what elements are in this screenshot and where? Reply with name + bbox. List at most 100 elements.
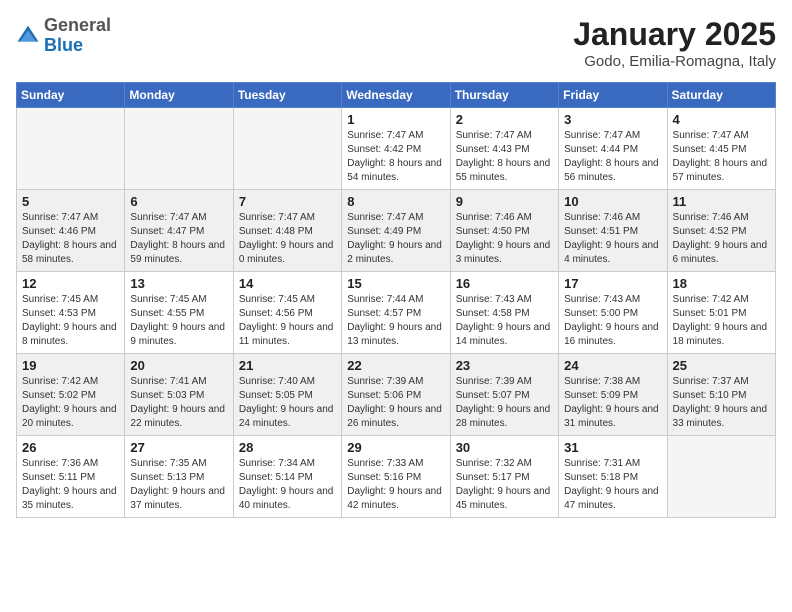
calendar-cell: 20Sunrise: 7:41 AM Sunset: 5:03 PM Dayli… [125,354,233,436]
calendar-body: 1 Sunrise: 7:47 AM Sunset: 4:42 PM Daylig… [17,108,776,518]
calendar-table: SundayMondayTuesdayWednesdayThursdayFrid… [16,82,776,518]
calendar-cell: 1 Sunrise: 7:47 AM Sunset: 4:42 PM Daylig… [342,108,450,190]
cell-info: Sunrise: 7:47 AM Sunset: 4:44 PM Dayligh… [564,130,659,183]
day-number: 10 [564,194,661,209]
calendar-cell: 25 Sunrise: 7:37 AM Sunset: 5:10 PM Dayli… [667,354,775,436]
day-number: 16 [456,276,553,291]
day-number: 12 [22,276,119,291]
cell-info: Sunrise: 7:45 AM Sunset: 4:55 PM Dayligh… [130,294,225,347]
calendar-cell: 19 Sunrise: 7:42 AM Sunset: 5:02 PM Dayli… [17,354,125,436]
calendar-cell: 21 Sunrise: 7:40 AM Sunset: 5:05 PM Dayli… [233,354,341,436]
header-day-monday: Monday [125,83,233,108]
cell-info: Sunrise: 7:36 AM Sunset: 5:11 PM Dayligh… [22,458,117,511]
week-row-0: 1 Sunrise: 7:47 AM Sunset: 4:42 PM Daylig… [17,108,776,190]
header-day-tuesday: Tuesday [233,83,341,108]
cell-info: Sunrise: 7:40 AM Sunset: 5:05 PM Dayligh… [239,376,334,429]
day-number: 19 [22,358,119,373]
cell-info: Sunrise: 7:44 AM Sunset: 4:57 PM Dayligh… [347,294,442,347]
cell-info: Sunrise: 7:47 AM Sunset: 4:46 PM Dayligh… [22,212,117,265]
day-number: 8 [347,194,444,209]
calendar-cell: 24 Sunrise: 7:38 AM Sunset: 5:09 PM Dayli… [559,354,667,436]
calendar-cell: 23 Sunrise: 7:39 AM Sunset: 5:07 PM Dayli… [450,354,558,436]
day-number: 25 [673,358,770,373]
cell-info: Sunrise: 7:32 AM Sunset: 5:17 PM Dayligh… [456,458,551,511]
calendar-cell: 9 Sunrise: 7:46 AM Sunset: 4:50 PM Daylig… [450,190,558,272]
day-number: 17 [564,276,661,291]
title-block: January 2025 Godo, Emilia-Romagna, Italy [573,16,776,70]
calendar-cell: 6Sunrise: 7:47 AM Sunset: 4:47 PM Daylig… [125,190,233,272]
cell-info: Sunrise: 7:47 AM Sunset: 4:42 PM Dayligh… [347,130,442,183]
calendar-cell: 31Sunrise: 7:31 AM Sunset: 5:18 PM Dayli… [559,436,667,518]
calendar-cell: 3Sunrise: 7:47 AM Sunset: 4:44 PM Daylig… [559,108,667,190]
day-number: 1 [347,112,444,127]
logo-icon [16,24,40,48]
cell-info: Sunrise: 7:38 AM Sunset: 5:09 PM Dayligh… [564,376,659,429]
header-day-thursday: Thursday [450,83,558,108]
day-number: 15 [347,276,444,291]
cell-info: Sunrise: 7:46 AM Sunset: 4:51 PM Dayligh… [564,212,659,265]
day-number: 11 [673,194,770,209]
header-day-friday: Friday [559,83,667,108]
week-row-2: 12Sunrise: 7:45 AM Sunset: 4:53 PM Dayli… [17,272,776,354]
calendar-cell: 14Sunrise: 7:45 AM Sunset: 4:56 PM Dayli… [233,272,341,354]
day-number: 7 [239,194,336,209]
logo-blue: Blue [44,35,83,55]
cell-info: Sunrise: 7:33 AM Sunset: 5:16 PM Dayligh… [347,458,442,511]
cell-info: Sunrise: 7:47 AM Sunset: 4:48 PM Dayligh… [239,212,334,265]
logo-text: General Blue [44,16,111,56]
calendar-cell: 5 Sunrise: 7:47 AM Sunset: 4:46 PM Daylig… [17,190,125,272]
calendar-cell: 26 Sunrise: 7:36 AM Sunset: 5:11 PM Dayli… [17,436,125,518]
cell-info: Sunrise: 7:42 AM Sunset: 5:02 PM Dayligh… [22,376,117,429]
day-number: 23 [456,358,553,373]
cell-info: Sunrise: 7:47 AM Sunset: 4:45 PM Dayligh… [673,130,768,183]
calendar-cell: 28Sunrise: 7:34 AM Sunset: 5:14 PM Dayli… [233,436,341,518]
day-number: 14 [239,276,336,291]
calendar-cell: 30 Sunrise: 7:32 AM Sunset: 5:17 PM Dayli… [450,436,558,518]
calendar-cell: 29Sunrise: 7:33 AM Sunset: 5:16 PM Dayli… [342,436,450,518]
cell-info: Sunrise: 7:47 AM Sunset: 4:43 PM Dayligh… [456,130,551,183]
cell-info: Sunrise: 7:43 AM Sunset: 5:00 PM Dayligh… [564,294,659,347]
week-row-4: 26 Sunrise: 7:36 AM Sunset: 5:11 PM Dayli… [17,436,776,518]
calendar-cell [667,436,775,518]
day-number: 18 [673,276,770,291]
calendar-cell: 15 Sunrise: 7:44 AM Sunset: 4:57 PM Dayli… [342,272,450,354]
cell-info: Sunrise: 7:39 AM Sunset: 5:06 PM Dayligh… [347,376,442,429]
day-number: 22 [347,358,444,373]
logo: General Blue [16,16,111,56]
day-number: 20 [130,358,227,373]
calendar-cell: 13 Sunrise: 7:45 AM Sunset: 4:55 PM Dayli… [125,272,233,354]
calendar-cell: 2 Sunrise: 7:47 AM Sunset: 4:43 PM Daylig… [450,108,558,190]
cell-info: Sunrise: 7:46 AM Sunset: 4:50 PM Dayligh… [456,212,551,265]
logo-general: General [44,15,111,35]
day-number: 2 [456,112,553,127]
day-number: 30 [456,440,553,455]
month-title: January 2025 [573,16,776,53]
calendar-cell: 12Sunrise: 7:45 AM Sunset: 4:53 PM Dayli… [17,272,125,354]
cell-info: Sunrise: 7:34 AM Sunset: 5:14 PM Dayligh… [239,458,334,511]
day-number: 9 [456,194,553,209]
cell-info: Sunrise: 7:42 AM Sunset: 5:01 PM Dayligh… [673,294,768,347]
calendar-cell: 4Sunrise: 7:47 AM Sunset: 4:45 PM Daylig… [667,108,775,190]
header-day-wednesday: Wednesday [342,83,450,108]
day-number: 13 [130,276,227,291]
header-row: SundayMondayTuesdayWednesdayThursdayFrid… [17,83,776,108]
cell-info: Sunrise: 7:39 AM Sunset: 5:07 PM Dayligh… [456,376,551,429]
location: Godo, Emilia-Romagna, Italy [573,53,776,70]
day-number: 6 [130,194,227,209]
day-number: 24 [564,358,661,373]
cell-info: Sunrise: 7:35 AM Sunset: 5:13 PM Dayligh… [130,458,225,511]
day-number: 5 [22,194,119,209]
page-header: General Blue January 2025 Godo, Emilia-R… [16,16,776,70]
day-number: 21 [239,358,336,373]
calendar-cell: 10 Sunrise: 7:46 AM Sunset: 4:51 PM Dayli… [559,190,667,272]
calendar-cell: 27 Sunrise: 7:35 AM Sunset: 5:13 PM Dayli… [125,436,233,518]
cell-info: Sunrise: 7:37 AM Sunset: 5:10 PM Dayligh… [673,376,768,429]
calendar-cell [125,108,233,190]
week-row-1: 5 Sunrise: 7:47 AM Sunset: 4:46 PM Daylig… [17,190,776,272]
cell-info: Sunrise: 7:47 AM Sunset: 4:49 PM Dayligh… [347,212,442,265]
calendar-header: SundayMondayTuesdayWednesdayThursdayFrid… [17,83,776,108]
calendar-cell: 7 Sunrise: 7:47 AM Sunset: 4:48 PM Daylig… [233,190,341,272]
cell-info: Sunrise: 7:31 AM Sunset: 5:18 PM Dayligh… [564,458,659,511]
day-number: 26 [22,440,119,455]
day-number: 27 [130,440,227,455]
